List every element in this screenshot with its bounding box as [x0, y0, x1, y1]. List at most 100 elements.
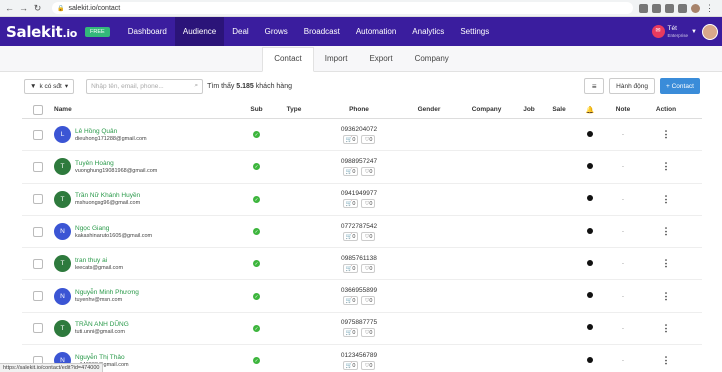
heart-counter[interactable]: ♡0 — [361, 328, 376, 338]
kebab-menu-icon[interactable]: ⋮ — [662, 355, 671, 365]
contact-name-link[interactable]: Lê Hồng Quân — [75, 128, 147, 135]
col-company[interactable]: Company — [459, 106, 514, 113]
row-checkbox[interactable] — [33, 129, 43, 140]
tab-import[interactable]: Import — [314, 54, 359, 71]
cart-count: 0 — [352, 136, 356, 143]
kebab-menu-icon[interactable]: ⋮ — [662, 258, 671, 268]
tab-company[interactable]: Company — [404, 54, 460, 71]
forward-icon[interactable]: → — [18, 3, 29, 14]
row-checkbox[interactable] — [33, 258, 43, 269]
extension-icon[interactable] — [665, 3, 674, 13]
cart-counter[interactable]: 🛒0 — [342, 166, 359, 176]
col-type[interactable]: Type — [269, 106, 319, 113]
cart-counter[interactable]: 🛒0 — [342, 134, 359, 144]
nav-deal[interactable]: Deal — [224, 17, 256, 46]
nav-dashboard[interactable]: Dashboard — [120, 17, 175, 46]
contact-email: tuti.unni@gmail.com — [75, 329, 125, 336]
col-notification[interactable]: 🔔 — [574, 106, 606, 114]
back-icon[interactable]: ← — [4, 3, 15, 14]
nav-audience[interactable]: Audience — [174, 17, 225, 46]
extension-icon[interactable] — [639, 3, 648, 13]
row-checkbox[interactable] — [33, 226, 43, 237]
action-cell: ⋮ — [640, 291, 692, 302]
user-menu[interactable]: ✉ Tét Enterprise ▼ — [651, 25, 697, 39]
search-input[interactable] — [91, 82, 187, 90]
col-sub[interactable]: Sub — [244, 106, 269, 113]
heart-count: 0 — [369, 265, 373, 272]
search-icon[interactable]: ⌕ — [194, 82, 198, 90]
kebab-menu-icon[interactable]: ⋮ — [662, 194, 671, 204]
contact-name-link[interactable]: TRẦN ANH DŨNG — [75, 321, 129, 328]
nav-analytics[interactable]: Analytics — [404, 17, 452, 46]
salekit-logo[interactable]: Salekit.io — [6, 23, 77, 41]
extension-icon[interactable] — [678, 3, 687, 13]
search-box: ⌕ — [86, 78, 204, 94]
contact-name-link[interactable]: Ngọc Giang — [75, 225, 152, 232]
tab-export[interactable]: Export — [358, 54, 403, 71]
heart-counter[interactable]: ♡0 — [361, 199, 376, 209]
cart-counter[interactable]: 🛒0 — [342, 360, 359, 370]
address-bar[interactable]: 🔒 salekit.io/contact — [52, 2, 633, 14]
col-job[interactable]: Job — [514, 106, 544, 113]
select-all-checkbox[interactable] — [33, 104, 43, 115]
action-cell: ⋮ — [640, 355, 692, 366]
more-icon[interactable]: ⋮ — [704, 3, 715, 14]
column-menu-button[interactable]: ≡ — [584, 78, 605, 94]
cart-counter[interactable]: 🛒0 — [342, 199, 359, 209]
table-row[interactable]: N Nguyễn Minh Phương tuyenhv@msn.com ✓ 0… — [22, 280, 702, 313]
table-row[interactable]: N Nguyễn Thị Thảo g.140998@gmail.com ✓ 0… — [22, 345, 702, 372]
table-row[interactable]: T tran thuy ai leecats@gmail.com ✓ 09857… — [22, 248, 702, 281]
nav-broadcast[interactable]: Broadcast — [296, 17, 348, 46]
table-row[interactable]: T Tuyên Hoàng vuonghung19081968@gmail.co… — [22, 151, 702, 184]
nav-automation[interactable]: Automation — [348, 17, 404, 46]
heart-counter[interactable]: ♡0 — [361, 263, 376, 273]
filter-dropdown[interactable]: ▼ k có sđt ▾ — [24, 78, 75, 94]
contact-name-link[interactable]: Trần Nữ Khánh Huyền — [75, 192, 140, 199]
table-row[interactable]: T TRẦN ANH DŨNG tuti.unni@gmail.com ✓ 09… — [22, 313, 702, 346]
kebab-menu-icon[interactable]: ⋮ — [662, 323, 671, 333]
reload-icon[interactable]: ↻ — [32, 3, 43, 14]
contact-name-link[interactable]: tran thuy ai — [75, 257, 123, 264]
kebab-menu-icon[interactable]: ⋮ — [662, 226, 671, 236]
heart-counter[interactable]: ♡0 — [361, 166, 376, 176]
profile-icon[interactable] — [691, 3, 700, 13]
note-cell: - — [606, 196, 640, 203]
counters: 🛒0 ♡0 — [319, 166, 399, 176]
counters: 🛒0 ♡0 — [319, 263, 399, 273]
heart-counter[interactable]: ♡0 — [361, 231, 376, 241]
col-note[interactable]: Note — [606, 106, 640, 113]
col-sale[interactable]: Sale — [544, 106, 574, 113]
add-contact-button[interactable]: + Contact — [659, 78, 700, 94]
contact-name-link[interactable]: Nguyễn Minh Phương — [75, 289, 139, 296]
nav-settings[interactable]: Settings — [452, 17, 497, 46]
bulk-action-button[interactable]: Hành động — [609, 78, 655, 94]
extension-icons: ⋮ — [639, 3, 718, 14]
col-name[interactable]: Name — [54, 106, 244, 113]
cart-counter[interactable]: 🛒0 — [342, 296, 359, 306]
row-checkbox[interactable] — [33, 323, 43, 334]
heart-counter[interactable]: ♡0 — [361, 360, 376, 370]
kebab-menu-icon[interactable]: ⋮ — [662, 129, 671, 139]
cart-counter[interactable]: 🛒0 — [342, 231, 359, 241]
extension-icon[interactable] — [652, 3, 661, 13]
cart-counter[interactable]: 🛒0 — [342, 328, 359, 338]
table-row[interactable]: T Trần Nữ Khánh Huyền mshuongsg96@gmail.… — [22, 184, 702, 216]
cart-counter[interactable]: 🛒0 — [342, 263, 359, 273]
col-gender[interactable]: Gender — [399, 106, 459, 113]
status-dot-icon — [587, 227, 593, 234]
row-checkbox[interactable] — [33, 161, 43, 172]
contact-name-link[interactable]: Nguyễn Thị Thảo — [75, 354, 129, 361]
nav-grows[interactable]: Grows — [257, 17, 296, 46]
row-checkbox[interactable] — [33, 194, 43, 205]
table-row[interactable]: L Lê Hồng Quân dieuhong171288@gmail.com … — [22, 119, 702, 152]
avatar[interactable] — [702, 23, 718, 40]
contact-name-link[interactable]: Tuyên Hoàng — [75, 160, 157, 167]
tab-contact[interactable]: Contact — [262, 47, 314, 72]
heart-counter[interactable]: ♡0 — [361, 296, 376, 306]
row-checkbox[interactable] — [33, 291, 43, 302]
heart-counter[interactable]: ♡0 — [361, 134, 376, 144]
kebab-menu-icon[interactable]: ⋮ — [662, 291, 671, 301]
col-phone[interactable]: Phone — [319, 106, 399, 113]
table-row[interactable]: N Ngọc Giang kakashinaruto1605@gmail.com… — [22, 216, 702, 249]
kebab-menu-icon[interactable]: ⋮ — [662, 161, 671, 171]
